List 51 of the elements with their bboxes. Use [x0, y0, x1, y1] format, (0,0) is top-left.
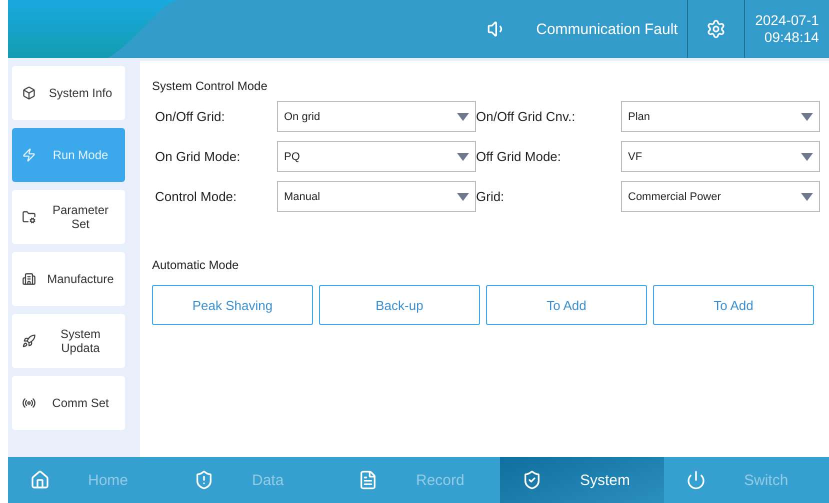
- dropdown-field[interactable]: Plan: [621, 101, 820, 132]
- caret-icon: [457, 152, 469, 160]
- signal-icon: [22, 396, 36, 410]
- power-icon: [686, 470, 706, 490]
- sidebar-label: Run Mode: [52, 148, 108, 162]
- caret-icon: [801, 152, 813, 160]
- dropdown-field[interactable]: On grid: [277, 101, 476, 132]
- sidebar-item[interactable]: Parameter Set: [12, 190, 125, 244]
- alarm-message: Communication Fault: [536, 20, 678, 38]
- sidebar-item[interactable]: System Info: [12, 66, 125, 120]
- sidebar-item[interactable]: System Updata: [12, 314, 125, 368]
- home-icon: [30, 470, 50, 490]
- sidebar-label: Manufacture: [47, 272, 114, 286]
- caret-icon: [801, 112, 813, 120]
- field-label: On Grid Mode:: [155, 149, 240, 164]
- dropdown-field[interactable]: Manual: [277, 181, 476, 212]
- sidebar-item[interactable]: Comm Set: [12, 376, 125, 430]
- nav-label: Switch: [744, 472, 788, 488]
- caret-icon: [457, 192, 469, 200]
- caret-icon: [801, 192, 813, 200]
- section-title: Automatic Mode: [152, 258, 240, 272]
- cube-icon: [22, 86, 36, 100]
- sidebar-label: Comm Set: [52, 396, 109, 410]
- caret-icon: [457, 112, 469, 120]
- clock-text: 2024-07-1 09:48:14: [755, 12, 819, 46]
- sidebar-item[interactable]: Manufacture: [12, 252, 125, 306]
- dropdown-field[interactable]: PQ: [277, 141, 476, 172]
- sidebar-label: System Updata: [59, 327, 102, 355]
- field-label: On/Off Grid Cnv.:: [476, 109, 576, 124]
- field-label: On/Off Grid:: [155, 109, 225, 124]
- dropdown-field[interactable]: Commercial Power: [621, 181, 820, 212]
- shield-alert-icon: [194, 470, 214, 490]
- nav-label: Record: [416, 472, 464, 488]
- field-label: Control Mode:: [155, 189, 237, 204]
- rocket-icon: [22, 334, 36, 348]
- document-icon: [358, 470, 378, 490]
- field-label: Grid:: [476, 189, 504, 204]
- nav-label: Home: [88, 472, 128, 488]
- folder-gear-icon: [22, 210, 36, 224]
- settings-icon[interactable]: [706, 19, 726, 39]
- field-label: Off Grid Mode:: [476, 149, 562, 164]
- section-title: System Control Mode: [152, 79, 268, 93]
- nav-label: Data: [252, 472, 284, 488]
- dropdown-field[interactable]: VF: [621, 141, 820, 172]
- shield-icon: [522, 470, 542, 490]
- sidebar-label: Parameter Set: [51, 203, 110, 231]
- building-icon: [22, 272, 36, 286]
- nav-tab[interactable]: System: [500, 457, 664, 503]
- sidebar-label: System Info: [48, 86, 112, 100]
- bolt-icon: [22, 148, 36, 162]
- nav-label: System: [580, 472, 630, 488]
